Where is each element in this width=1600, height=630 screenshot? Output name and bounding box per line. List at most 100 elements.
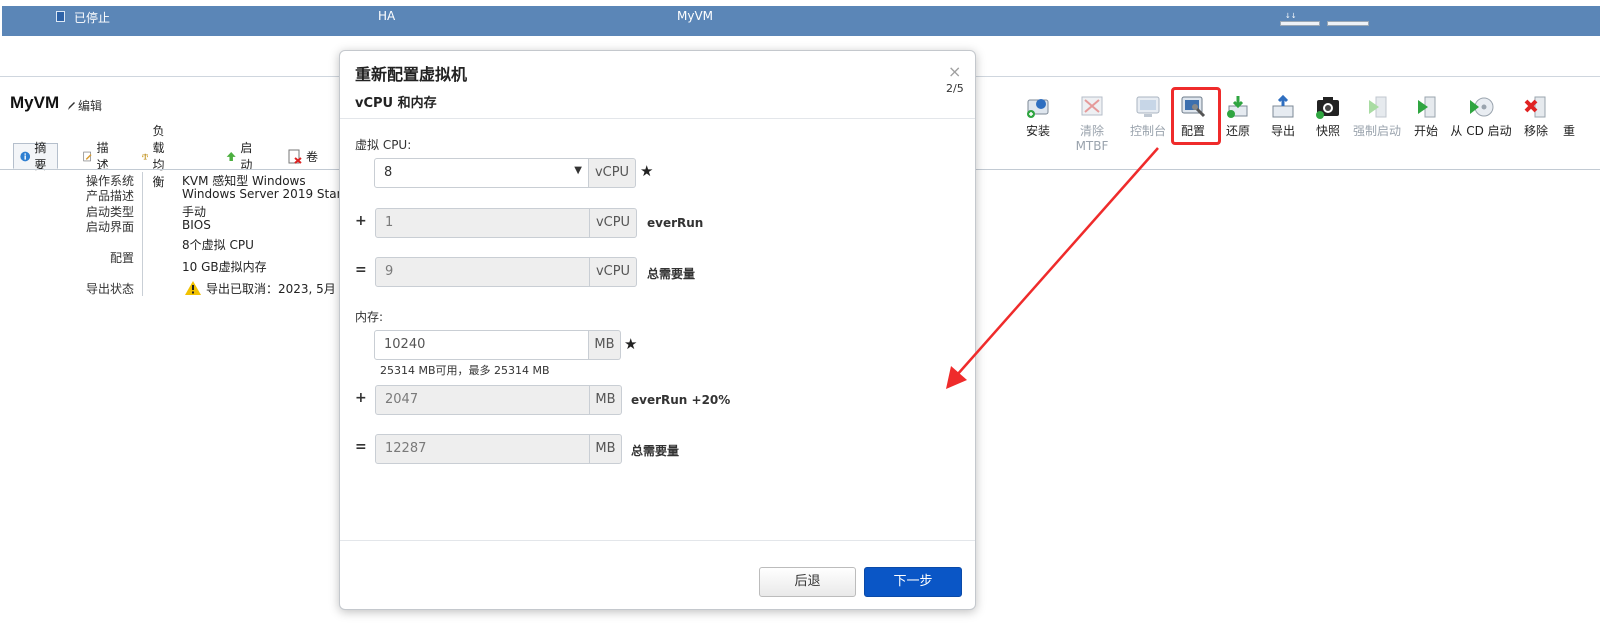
clear-mtbf-icon [1079,94,1105,120]
summary-value: 10 GB虚拟内存 [182,260,267,274]
info-icon [20,151,31,161]
cpu-total-field[interactable]: 9 [375,257,590,287]
memory-total-field[interactable]: 12287 [375,434,590,464]
page-title: MyVM [10,93,60,112]
equals-sign: = [355,262,367,278]
restore-button[interactable]: 还原 [1222,94,1254,139]
toolbar-label: 导出 [1270,124,1295,138]
divider [142,172,143,296]
console-button[interactable]: 控制台 [1128,94,1168,139]
tab-load-balance[interactable]: 负载均衡 [136,124,179,189]
force-start-button[interactable]: 强制启动 [1350,94,1404,139]
summary-label: 导出状态 [85,282,134,296]
vm-list-row[interactable]: 已停止 HA MyVM ↓↓ [2,6,1600,36]
tab-volumes[interactable]: 卷 [281,143,324,169]
cpu-label: 虚拟 CPU: [355,138,412,152]
tab-label: 启动 [240,141,253,172]
memory-input[interactable]: 10240 [374,330,589,360]
required-star: ★ [624,335,638,353]
reconfigure-dialog: 重新配置虚拟机 vCPU 和内存 × 2/5 虚拟 CPU: 8 ▼ vCPU … [339,50,976,610]
tab-boot[interactable]: 启动 [220,141,263,172]
cpu-everrun-label: everRun [647,216,704,230]
divider [340,118,975,119]
install-icon [1025,94,1051,120]
tab-label: 描述 [96,141,109,172]
vm-status-icon [56,11,65,22]
cpu-select[interactable]: 8 ▼ [374,158,589,188]
cpu-unit: vCPU [590,208,637,238]
document-edit-icon [83,151,92,161]
start-icon [1413,94,1439,120]
tab-label: 卷 [306,149,319,164]
memory-unit: MB [589,330,621,360]
up-arrow-icon [226,151,236,161]
export-icon [1270,94,1296,120]
toolbar-label: 还原 [1225,124,1250,138]
back-button[interactable]: 后退 [759,567,856,597]
start-button[interactable]: 开始 [1410,94,1442,139]
step-indicator: 2/5 [946,82,964,95]
pencil-icon [68,101,75,110]
restore-icon [1225,94,1251,120]
edit-link[interactable]: 编辑 [67,97,102,114]
remove-button[interactable]: 移除 [1520,94,1552,139]
tab-label: 负载均衡 [152,124,165,189]
cpu-everrun-field[interactable]: 1 [375,208,590,238]
divider [340,540,975,541]
console-icon [1135,94,1161,120]
toolbar-label: 清除 MTBF [1075,124,1109,153]
tab-label: 摘要 [34,141,47,172]
export-button[interactable]: 导出 [1268,94,1298,139]
memory-label: 内存: [355,310,384,324]
dialog-subtitle: vCPU 和内存 [355,96,437,111]
close-icon[interactable]: × [948,62,961,81]
install-button[interactable]: 安装 [1022,94,1054,139]
svg-text:↓↓: ↓↓ [1285,12,1297,19]
summary-label: 产品描述 [85,189,134,203]
memory-everrun-label: everRun +20% [631,393,731,407]
summary-value: BIOS [182,218,211,232]
clear-mtbf-button[interactable]: 清除 MTBF [1062,94,1122,153]
memory-hint: 25314 MB可用，最多 25314 MB [380,364,550,377]
toolbar-label: 控制台 [1129,124,1166,138]
cpu-select-value: 8 [384,165,393,180]
next-button[interactable]: 下一步 [864,567,962,597]
summary-value: Windows Server 2019 Standa [182,187,360,201]
plus-sign: + [355,213,367,229]
memory-unit: MB [590,385,622,415]
force-start-icon [1364,94,1390,120]
cd-boot-button[interactable]: 从 CD 启动 [1450,94,1512,139]
remove-icon [1523,94,1549,120]
toolbar-label: 移除 [1523,124,1548,138]
toolbar-label: 从 CD 启动 [1450,124,1512,138]
memory-unit: MB [590,434,622,464]
edit-label: 编辑 [78,99,103,113]
toolbar-label: 重 [1562,124,1575,138]
snapshot-button[interactable]: 快照 [1312,94,1344,139]
highlight-box [1171,87,1221,145]
toolbar-label: 快照 [1315,124,1340,138]
vm-name: MyVM [677,9,714,23]
summary-label: 启动界面 [85,220,134,234]
equals-sign: = [355,439,367,455]
toolbar-label: 强制启动 [1352,124,1401,138]
cpu-unit: vCPU [590,257,637,287]
disk-icon: ↓↓ [1280,11,1402,27]
tab-description[interactable]: 描述 [77,141,119,172]
cd-boot-icon [1468,94,1494,120]
reset-button[interactable]: 重 [1559,94,1579,139]
vm-status: 已停止 [74,11,111,25]
memory-everrun-field[interactable]: 2047 [375,385,590,415]
volume-icon [288,149,302,164]
warning-icon [185,281,201,295]
tab-summary[interactable]: 摘要 [13,141,59,172]
camera-icon [1315,94,1341,120]
chevron-down-icon: ▼ [574,165,582,176]
page: 已停止 HA MyVM ↓↓ MyVM 编辑 摘要 描述 负载均衡 启动 卷 操… [0,0,1600,630]
balance-icon [142,153,149,160]
vm-type: HA [378,9,396,23]
toolbar-label: 开始 [1413,124,1438,138]
cpu-unit: vCPU [589,158,636,188]
reset-icon [1562,94,1576,120]
dialog-title: 重新配置虚拟机 [355,65,468,84]
